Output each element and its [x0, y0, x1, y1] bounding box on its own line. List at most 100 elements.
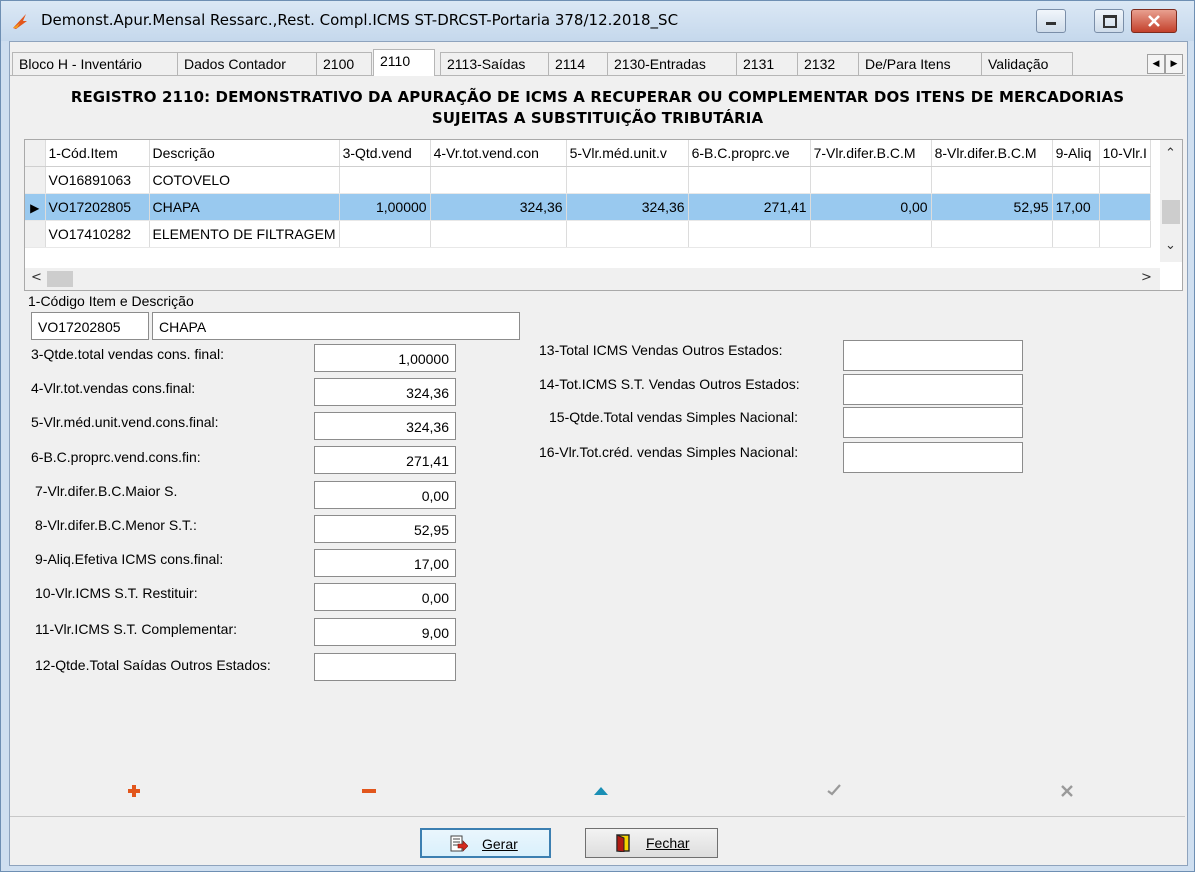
tab-2114[interactable]: 2114: [548, 52, 608, 75]
cell-qtd[interactable]: 1,00000: [339, 193, 431, 221]
restore-button[interactable]: [1094, 9, 1124, 33]
tab-2100[interactable]: 2100: [316, 52, 372, 75]
item-code-field[interactable]: VO17202805: [31, 312, 149, 340]
x-icon[interactable]: [1060, 784, 1074, 798]
row-indicator: ▶: [25, 193, 46, 221]
gerar-button[interactable]: Gerar: [420, 828, 551, 858]
tab-2113-saidas[interactable]: 2113-Saídas: [440, 52, 549, 75]
tab-2110[interactable]: 2110: [373, 49, 435, 76]
scroll-thumb[interactable]: [1162, 200, 1180, 224]
table-row[interactable]: VO17410282 ELEMENTO DE FILTRAGEM: [25, 220, 1151, 248]
col-header-aliq[interactable]: 9-Aliq: [1052, 140, 1100, 167]
grid-header-row: 1-Cód.Item Descrição 3-Qtd.vend 4-Vr.tot…: [25, 140, 1151, 167]
col-header-vlr-difer-menor[interactable]: 8-Vlr.difer.B.C.M: [931, 140, 1053, 167]
vlr-tot-vendas-field[interactable]: 324,36: [314, 378, 456, 406]
vlr-icms-restituir-field[interactable]: 0,00: [314, 583, 456, 611]
vlr-difer-maior-field[interactable]: 0,00: [314, 481, 456, 509]
restore-icon: [1103, 15, 1117, 28]
cell-vlr-med[interactable]: 324,36: [566, 193, 689, 221]
scroll-down-icon[interactable]: ⌄: [1165, 238, 1176, 253]
cell-difer-menor[interactable]: 52,95: [931, 193, 1053, 221]
minimize-button[interactable]: [1036, 9, 1066, 33]
cell-aliq[interactable]: [1052, 220, 1100, 248]
grid-vertical-scrollbar[interactable]: ⌃ ⌄: [1160, 140, 1182, 262]
cell-bc[interactable]: [688, 166, 811, 194]
check-icon[interactable]: [826, 783, 842, 797]
tab-2130-entradas[interactable]: 2130-Entradas: [607, 52, 737, 75]
scroll-thumb[interactable]: [47, 271, 73, 287]
col-header-vlr-icms[interactable]: 10-Vlr.I: [1099, 140, 1151, 167]
cell-qtd[interactable]: [339, 166, 431, 194]
qtde-total-vendas-field[interactable]: 1,00000: [314, 344, 456, 372]
col-header-descricao[interactable]: Descrição: [149, 140, 340, 167]
col-header-vlr-med-unit[interactable]: 5-Vlr.méd.unit.v: [566, 140, 689, 167]
cell-vlr-icms[interactable]: [1099, 166, 1151, 194]
scroll-right-icon[interactable]: >: [1141, 270, 1152, 285]
scroll-up-icon[interactable]: ⌃: [1165, 146, 1176, 161]
cell-aliq[interactable]: [1052, 166, 1100, 194]
cell-vlr-med[interactable]: [566, 166, 689, 194]
scroll-left-icon[interactable]: <: [31, 270, 42, 285]
tab-scroll-left-icon[interactable]: ◀: [1147, 54, 1165, 74]
vlr-med-unit-field[interactable]: 324,36: [314, 412, 456, 440]
tab-2132[interactable]: 2132: [797, 52, 859, 75]
exit-door-icon: [616, 834, 630, 852]
cell-vr-tot[interactable]: [430, 166, 567, 194]
cell-qtd[interactable]: [339, 220, 431, 248]
minus-icon[interactable]: [361, 786, 377, 796]
tab-de-para-itens[interactable]: De/Para Itens: [858, 52, 982, 75]
cell-difer-menor[interactable]: [931, 166, 1053, 194]
tab-label: 2100: [323, 56, 355, 72]
close-icon: [1148, 15, 1160, 27]
cell-descricao[interactable]: ELEMENTO DE FILTRAGEM: [149, 220, 340, 248]
tot-icms-st-outros-estados-field[interactable]: [843, 374, 1023, 405]
vlr-difer-menor-field[interactable]: 52,95: [314, 515, 456, 543]
fechar-button[interactable]: Fechar: [585, 828, 718, 858]
vlr-cred-vendas-simples-field[interactable]: [843, 442, 1023, 473]
tab-bloco-h[interactable]: Bloco H - Inventário: [12, 52, 178, 75]
cell-cod-item[interactable]: VO16891063: [45, 166, 150, 194]
cell-vlr-icms[interactable]: [1099, 220, 1151, 248]
col-header-vr-tot-vend[interactable]: 4-Vr.tot.vend.con: [430, 140, 567, 167]
cell-bc[interactable]: 271,41: [688, 193, 811, 221]
cell-descricao[interactable]: CHAPA: [149, 193, 340, 221]
items-grid[interactable]: 1-Cód.Item Descrição 3-Qtd.vend 4-Vr.tot…: [24, 139, 1183, 291]
cell-vr-tot[interactable]: 324,36: [430, 193, 567, 221]
tab-label: Dados Contador: [184, 56, 286, 72]
vlr-icms-complementar-field[interactable]: 9,00: [314, 618, 456, 646]
col-header-cod-item[interactable]: 1-Cód.Item: [45, 140, 150, 167]
col-header-vlr-difer-maior[interactable]: 7-Vlr.difer.B.C.M: [810, 140, 932, 167]
cell-cod-item[interactable]: VO17202805: [45, 193, 150, 221]
cell-cod-item[interactable]: VO17410282: [45, 220, 150, 248]
close-window-button[interactable]: [1131, 9, 1177, 33]
cell-difer-maior[interactable]: 0,00: [810, 193, 932, 221]
tab-2131[interactable]: 2131: [736, 52, 798, 75]
col-header-bc-proprc[interactable]: 6-B.C.proprc.ve: [688, 140, 811, 167]
cell-difer-maior[interactable]: [810, 166, 932, 194]
cell-bc[interactable]: [688, 220, 811, 248]
qtde-vendas-simples-field[interactable]: [843, 407, 1023, 438]
tab-scroll-right-icon[interactable]: ▶: [1165, 54, 1183, 74]
total-icms-outros-estados-field[interactable]: [843, 340, 1023, 371]
cell-difer-maior[interactable]: [810, 220, 932, 248]
cell-vlr-med[interactable]: [566, 220, 689, 248]
grid-horizontal-scrollbar[interactable]: < >: [25, 268, 1160, 290]
cell-difer-menor[interactable]: [931, 220, 1053, 248]
cell-descricao[interactable]: COTOVELO: [149, 166, 340, 194]
table-row-selected[interactable]: ▶ VO17202805 CHAPA 1,00000 324,36 324,36…: [25, 193, 1151, 221]
qtde-saidas-outros-estados-field[interactable]: [314, 653, 456, 681]
bc-proprc-field[interactable]: 271,41: [314, 446, 456, 474]
triangle-up-icon[interactable]: [593, 785, 609, 797]
item-description-field[interactable]: CHAPA: [152, 312, 520, 340]
col-header-qtd-vend[interactable]: 3-Qtd.vend: [339, 140, 431, 167]
aliq-efetiva-field[interactable]: 17,00: [314, 549, 456, 577]
tab-validacao[interactable]: Validação: [981, 52, 1073, 75]
title-bar[interactable]: Demonst.Apur.Mensal Ressarc.,Rest. Compl…: [1, 1, 1194, 41]
tab-strip: Bloco H - Inventário Dados Contador 2100…: [10, 49, 1187, 76]
table-row[interactable]: VO16891063 COTOVELO: [25, 166, 1151, 194]
tab-dados-contador[interactable]: Dados Contador: [177, 52, 317, 75]
plus-icon[interactable]: [126, 783, 142, 799]
cell-vlr-icms[interactable]: [1099, 193, 1151, 221]
cell-vr-tot[interactable]: [430, 220, 567, 248]
cell-aliq[interactable]: 17,00: [1052, 193, 1100, 221]
